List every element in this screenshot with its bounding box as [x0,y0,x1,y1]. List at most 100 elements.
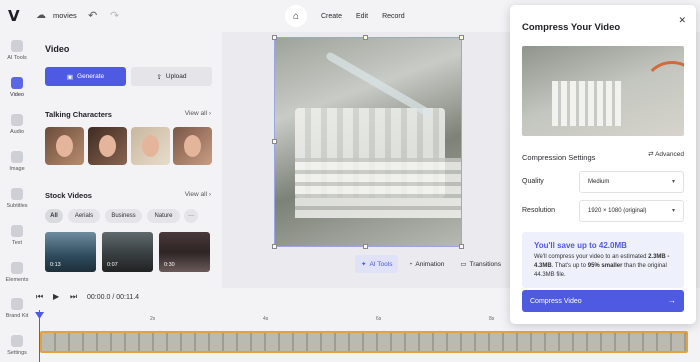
filter-chip-all[interactable]: All [45,209,63,223]
resize-handle[interactable] [459,244,464,249]
character-avatar[interactable] [173,127,212,165]
video-preview[interactable] [274,37,462,247]
current-time: 00:00.0 [87,294,111,301]
gear-icon [11,335,23,347]
redo-icon[interactable]: ↷ [110,9,119,22]
skip-back-icon[interactable]: ⏮ [36,292,43,302]
savings-box: You'll save up to 42.0MB We'll compress … [522,232,684,288]
panel-title: Video [45,44,70,54]
filter-more-button[interactable]: ··· [184,209,198,223]
transitions-icon: ▭ [460,261,467,268]
resolution-label: Resolution [522,207,556,214]
resolution-select[interactable]: 1920 × 1080 (original) ▾ [579,200,684,222]
undo-icon[interactable]: ↶ [88,9,97,22]
video-thumbnail [522,46,684,136]
talking-view-all-link[interactable]: View all › [185,110,211,117]
canvas-toolbar: ✦ AI Tools ◔ Animation ▭ Transitions [355,255,507,273]
video-icon [11,77,23,89]
left-rail: AI Tools Video Audio Image Subtitles Tex… [0,32,34,362]
video-track-clip[interactable] [40,331,688,353]
arrow-right-icon: → [668,296,676,305]
resize-handle[interactable] [459,35,464,40]
rail-item-ai-tools[interactable]: AI Tools [0,40,34,61]
thumbnail-content [552,81,622,126]
animation-button[interactable]: ◔ Animation [402,255,450,273]
filter-chip-business[interactable]: Business [105,209,142,223]
rail-item-image[interactable]: Image [0,151,34,172]
quality-label: Quality [522,178,544,185]
face [99,135,116,157]
rail-item-elements[interactable]: Elements [0,262,34,283]
menu-edit[interactable]: Edit [356,13,368,20]
ai-tools-button[interactable]: ✦ AI Tools [355,255,399,273]
text-icon [11,225,23,237]
compress-video-button[interactable]: Compress Video → [522,290,684,312]
resize-handle[interactable] [272,139,277,144]
chevron-down-icon: ▾ [671,208,675,214]
transitions-button[interactable]: ▭ Transitions [454,255,507,273]
animation-icon: ◔ [408,260,413,268]
resize-handle[interactable] [272,244,277,249]
character-avatar[interactable] [88,127,127,165]
rail-item-text[interactable]: Text [0,225,34,246]
video-duration: 0:13 [50,262,61,268]
time-separator: / [112,294,115,301]
elements-icon [11,262,23,274]
playhead-handle[interactable] [35,312,44,319]
upload-icon: ⇪ [156,73,162,81]
menu-create[interactable]: Create [321,13,342,20]
sparkle-icon [11,40,23,52]
skip-forward-icon[interactable]: ⏭ [70,292,77,302]
ruler-label: 8s [489,316,495,322]
savings-description: We'll compress your video to an estimate… [534,254,670,278]
stock-video-thumb[interactable]: 0:30 [159,232,210,272]
rail-item-brand-kit[interactable]: Brand Kit [0,298,34,319]
app-logo[interactable]: V [8,7,25,25]
talking-characters-title: Talking Characters [45,110,112,119]
video-panel: Video ▣ Generate ⇪ Upload Talking Characte… [34,32,222,288]
video-duration: 0:30 [164,262,175,268]
face [56,135,73,157]
ruler-label: 4s [263,316,269,322]
cloud-icon: ☁ [36,10,46,21]
generate-button[interactable]: ▣ Generate [45,67,126,86]
filter-chip-nature[interactable]: Nature [147,209,180,223]
rail-item-video[interactable]: Video [0,77,34,98]
filter-chip-aerials[interactable]: Aerials [68,209,100,223]
rail-item-settings[interactable]: Settings [0,335,34,356]
face [184,135,201,157]
sparkle-icon: ✦ [361,261,367,268]
home-icon[interactable]: ⌂ [285,5,307,27]
generate-icon: ▣ [66,73,74,81]
preview-content [295,158,461,218]
rail-item-audio[interactable]: Audio [0,114,34,135]
compression-settings-title: Compression Settings [522,153,596,162]
savings-headline: You'll save up to 42.0MB [534,241,627,250]
chevron-down-icon: ▾ [671,179,675,185]
top-menu: ⌂ Create Edit Record [285,5,419,27]
music-icon [11,114,23,126]
video-duration: 0:07 [107,262,118,268]
rail-item-subtitles[interactable]: Subtitles [0,188,34,209]
stock-video-thumb[interactable]: 0:13 [45,232,96,272]
play-icon[interactable]: ▶ [53,292,59,301]
upload-button[interactable]: ⇪ Upload [131,67,212,86]
compress-video-modal: Compress Your Video ✕ Compression Settin… [510,5,696,324]
image-icon [11,151,23,163]
total-time: 00:11.4 [116,294,140,301]
thumbnail-content [642,61,684,121]
character-avatar[interactable] [131,127,170,165]
stock-video-thumb[interactable]: 0:07 [102,232,153,272]
stock-view-all-link[interactable]: View all › [185,191,211,198]
menu-record[interactable]: Record [382,13,405,20]
quality-select[interactable]: Medium ▾ [579,171,684,193]
close-icon[interactable]: ✕ [678,15,686,26]
sliders-icon: ⇄ [648,151,654,158]
resize-handle[interactable] [363,35,368,40]
advanced-button[interactable]: ⇄ Advanced [648,150,684,158]
ruler-label: 6s [376,316,382,322]
character-avatar[interactable] [45,127,84,165]
project-name[interactable]: movies [53,11,77,20]
resize-handle[interactable] [363,244,368,249]
resize-handle[interactable] [272,35,277,40]
